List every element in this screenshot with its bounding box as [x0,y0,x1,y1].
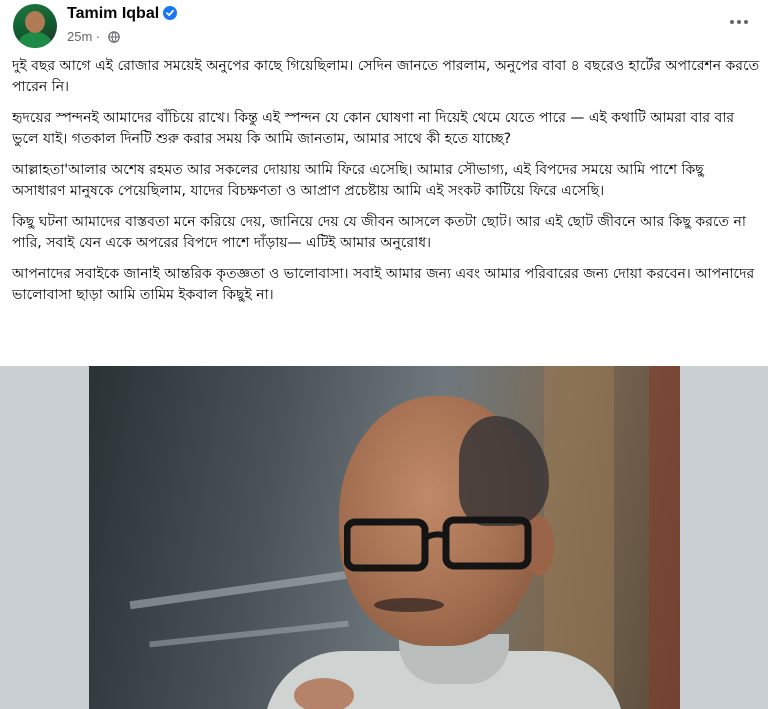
post-media[interactable] [0,366,768,709]
post-photo[interactable] [89,366,680,709]
post-paragraph: কিছু ঘটনা আমাদের বাস্তবতা মনে করিয়ে দেয… [12,214,746,251]
author-avatar[interactable] [13,4,57,48]
post-text: দুই বছর আগে এই রোজার সময়েই অনুপের কাছে … [12,56,760,316]
post-paragraph: হৃদয়ের স্পন্দনই আমাদের বাঁচিয়ে রাখে। ক… [12,110,735,147]
post-timestamp[interactable]: 25m [67,29,92,44]
more-options-icon [729,20,750,24]
post-meta: 25m · [67,29,120,46]
meta-separator: · [95,29,101,44]
author-name[interactable]: Tamim Iqbal [67,5,159,22]
globe-icon[interactable] [108,31,120,46]
post-paragraph: দুই বছর আগে এই রোজার সময়েই অনুপের কাছে … [12,58,760,95]
post-paragraph: আপনাদের সবাইকে জানাই আন্তরিক কৃতজ্ঞতা ও … [12,266,755,303]
post-paragraph: আল্লাহতা'আলার অশেষ রহমত আর সকলের দোয়ায়… [12,162,704,199]
verified-badge-icon [163,6,178,20]
post-header: Tamim Iqbal 25m · [0,0,768,52]
author-name-row: Tamim Iqbal [67,5,178,23]
more-options-button[interactable] [724,8,754,36]
